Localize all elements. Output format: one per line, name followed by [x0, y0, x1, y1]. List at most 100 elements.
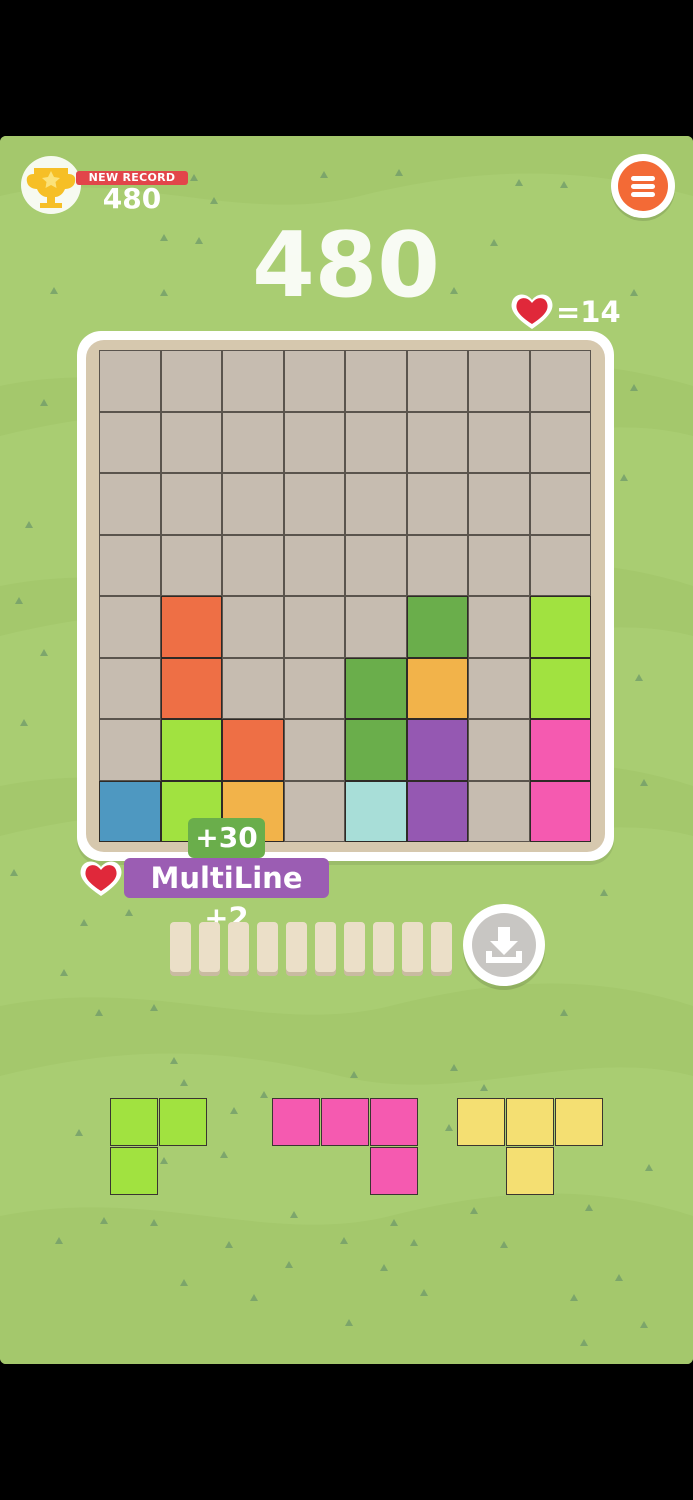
empty-cell[interactable]: [406, 350, 468, 412]
empty-cell[interactable]: [160, 350, 222, 412]
piece-block: [506, 1098, 554, 1146]
piece-block: [457, 1098, 505, 1146]
piece-block: [370, 1098, 418, 1146]
filled-cell[interactable]: [222, 719, 284, 781]
filled-cell[interactable]: [406, 596, 468, 658]
empty-cell[interactable]: [99, 719, 161, 781]
empty-cell[interactable]: [468, 780, 530, 842]
combo-popup: MultiLine +2: [124, 858, 329, 935]
empty-cell[interactable]: [529, 411, 591, 473]
game-screen: NEW RECORD 480 480 =14 +30 MultiLine +2: [0, 136, 693, 1364]
piece-block: [110, 1147, 158, 1195]
empty-cell[interactable]: [222, 657, 284, 719]
filled-cell[interactable]: [160, 657, 222, 719]
empty-cell[interactable]: [283, 411, 345, 473]
drop-down-icon: [486, 927, 522, 963]
drop-token: [199, 922, 220, 972]
empty-cell[interactable]: [283, 657, 345, 719]
drop-token: [228, 922, 249, 972]
empty-cell[interactable]: [345, 473, 407, 535]
empty-cell[interactable]: [468, 350, 530, 412]
empty-cell[interactable]: [529, 534, 591, 596]
piece-yellow[interactable]: [457, 1098, 605, 1198]
empty-cell[interactable]: [222, 596, 284, 658]
empty-cell[interactable]: [468, 719, 530, 781]
empty-cell[interactable]: [406, 534, 468, 596]
empty-cell[interactable]: [283, 350, 345, 412]
drop-token: [257, 922, 278, 972]
piece-block: [110, 1098, 158, 1146]
empty-cell[interactable]: [222, 350, 284, 412]
heart-icon: [80, 861, 122, 896]
empty-cell[interactable]: [99, 534, 161, 596]
empty-cell[interactable]: [468, 596, 530, 658]
empty-cell[interactable]: [283, 596, 345, 658]
empty-cell[interactable]: [406, 473, 468, 535]
empty-cell[interactable]: [406, 411, 468, 473]
filled-cell[interactable]: [345, 719, 407, 781]
drop-tokens: [170, 922, 460, 978]
empty-cell[interactable]: [160, 473, 222, 535]
piece-block: [321, 1098, 369, 1146]
empty-cell[interactable]: [345, 534, 407, 596]
piece-block: [506, 1147, 554, 1195]
trophy-icon: [21, 156, 81, 214]
drop-token: [402, 922, 423, 972]
empty-cell[interactable]: [99, 596, 161, 658]
lives-counter: =14: [510, 291, 621, 331]
drop-token: [286, 922, 307, 972]
drop-button[interactable]: [463, 904, 545, 986]
filled-cell[interactable]: [529, 657, 591, 719]
empty-cell[interactable]: [345, 350, 407, 412]
heart-icon: [511, 294, 553, 329]
empty-cell[interactable]: [283, 534, 345, 596]
points-popup: +30: [188, 818, 265, 858]
empty-cell[interactable]: [283, 719, 345, 781]
empty-cell[interactable]: [283, 473, 345, 535]
menu-icon: [618, 161, 668, 211]
empty-cell[interactable]: [283, 780, 345, 842]
empty-cell[interactable]: [468, 534, 530, 596]
filled-cell[interactable]: [406, 719, 468, 781]
piece-pink[interactable]: [272, 1098, 420, 1198]
piece-block: [370, 1147, 418, 1195]
piece-lime[interactable]: [110, 1098, 210, 1198]
filled-cell[interactable]: [99, 780, 161, 842]
piece-block: [555, 1098, 603, 1146]
current-score: 480: [252, 213, 440, 318]
empty-cell[interactable]: [160, 411, 222, 473]
board-grid[interactable]: [99, 350, 591, 842]
empty-cell[interactable]: [99, 350, 161, 412]
empty-cell[interactable]: [99, 657, 161, 719]
empty-cell[interactable]: [99, 473, 161, 535]
filled-cell[interactable]: [529, 596, 591, 658]
drop-token: [431, 922, 452, 972]
filled-cell[interactable]: [345, 657, 407, 719]
empty-cell[interactable]: [468, 411, 530, 473]
filled-cell[interactable]: [345, 780, 407, 842]
empty-cell[interactable]: [529, 350, 591, 412]
empty-cell[interactable]: [345, 411, 407, 473]
drop-token: [170, 922, 191, 972]
drop-token: [344, 922, 365, 972]
empty-cell[interactable]: [468, 473, 530, 535]
filled-cell[interactable]: [406, 657, 468, 719]
filled-cell[interactable]: [160, 719, 222, 781]
empty-cell[interactable]: [99, 411, 161, 473]
filled-cell[interactable]: [529, 719, 591, 781]
empty-cell[interactable]: [529, 473, 591, 535]
piece-block: [159, 1098, 207, 1146]
filled-cell[interactable]: [160, 596, 222, 658]
empty-cell[interactable]: [222, 411, 284, 473]
piece-block: [272, 1098, 320, 1146]
menu-button[interactable]: [611, 154, 675, 218]
drop-token: [315, 922, 336, 972]
empty-cell[interactable]: [468, 657, 530, 719]
empty-cell[interactable]: [222, 473, 284, 535]
lives-count: =14: [556, 295, 621, 329]
empty-cell[interactable]: [345, 596, 407, 658]
filled-cell[interactable]: [406, 780, 468, 842]
empty-cell[interactable]: [160, 534, 222, 596]
filled-cell[interactable]: [529, 780, 591, 842]
empty-cell[interactable]: [222, 534, 284, 596]
